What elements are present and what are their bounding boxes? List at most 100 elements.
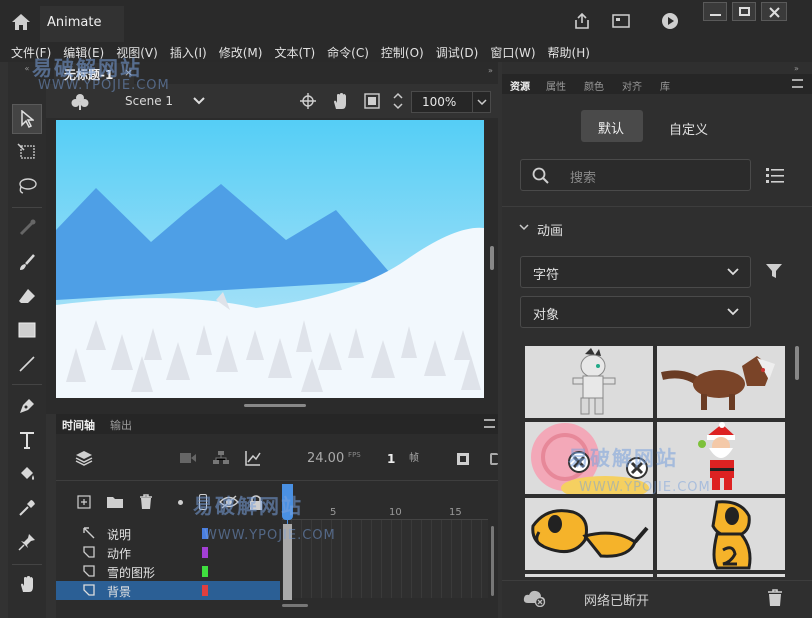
layers-icon[interactable] xyxy=(74,448,94,468)
section-title[interactable]: 动画 xyxy=(537,220,563,239)
clip-stage-icon[interactable] xyxy=(363,92,381,110)
chevron-down-icon[interactable] xyxy=(192,94,206,108)
section-chevron-icon[interactable] xyxy=(519,224,529,231)
search-input[interactable]: 搜索 xyxy=(520,159,751,191)
menu-help[interactable]: 帮助(H) xyxy=(548,44,590,61)
camera-icon[interactable] xyxy=(178,451,198,465)
zoom-field[interactable]: 100% xyxy=(411,91,491,113)
paint-bucket-tool-icon[interactable] xyxy=(12,460,42,488)
layer-color[interactable] xyxy=(202,528,208,539)
scene-icon[interactable] xyxy=(70,92,90,110)
timeline-h-scrollbar[interactable] xyxy=(282,604,308,607)
layer-row[interactable]: 说明 xyxy=(56,524,280,543)
tab-align[interactable]: 对齐 xyxy=(622,78,642,93)
menu-insert[interactable]: 插入(I) xyxy=(170,44,207,61)
maximize-button[interactable] xyxy=(732,2,756,21)
document-tab[interactable]: 无标题-1 × xyxy=(54,63,134,84)
hand-tool-icon[interactable] xyxy=(12,570,42,598)
asset-thumbnail-partial[interactable] xyxy=(525,574,653,577)
eye-hidden-icon[interactable] xyxy=(219,494,239,510)
brush-tool-icon[interactable] xyxy=(12,248,42,276)
menu-debug[interactable]: 调试(D) xyxy=(436,44,479,61)
pin-tool-icon[interactable] xyxy=(12,528,42,556)
menu-text[interactable]: 文本(T) xyxy=(274,44,315,61)
asset-thumbnail-partial[interactable] xyxy=(657,574,785,577)
test-movie-icon[interactable] xyxy=(659,10,681,32)
playhead[interactable] xyxy=(282,484,293,520)
text-tool-icon[interactable] xyxy=(12,426,42,454)
menu-commands[interactable]: 命令(C) xyxy=(327,44,369,61)
asset-thumbnail-snail[interactable] xyxy=(525,422,653,494)
lasso-tool-icon[interactable] xyxy=(12,172,42,200)
layer-color[interactable] xyxy=(202,547,208,558)
tab-properties[interactable]: 属性 xyxy=(546,78,566,93)
close-button[interactable] xyxy=(761,2,787,21)
highlight-dot[interactable] xyxy=(178,500,183,505)
default-toggle[interactable]: 默认 xyxy=(581,110,643,142)
bone-tool-icon[interactable] xyxy=(12,214,42,242)
tab-color[interactable]: 颜色 xyxy=(584,78,604,93)
asset-thumbnail-dog-sitting[interactable] xyxy=(657,498,785,570)
panel-collapse-icon[interactable]: » xyxy=(794,64,799,73)
screen-mode-icon[interactable] xyxy=(610,10,632,32)
custom-toggle[interactable]: 自定义 xyxy=(669,119,708,138)
frame-number[interactable]: 1 xyxy=(387,452,395,466)
layer-color[interactable] xyxy=(202,566,208,577)
share-icon[interactable] xyxy=(571,10,593,32)
assets-menu-icon[interactable] xyxy=(792,79,803,88)
collapse-icon[interactable]: « xyxy=(8,64,46,74)
graph-icon[interactable] xyxy=(244,450,262,466)
tab-timeline[interactable]: 时间轴 xyxy=(62,417,95,433)
timeline-menu-icon[interactable] xyxy=(484,419,495,428)
zoom-stepper[interactable] xyxy=(393,91,407,111)
rectangle-tool-icon[interactable] xyxy=(12,316,42,344)
filter-icon[interactable] xyxy=(765,262,783,280)
layer-row[interactable]: 雪的图形 xyxy=(56,562,280,581)
layer-color[interactable] xyxy=(202,585,208,596)
lock-icon[interactable] xyxy=(248,493,264,511)
zoom-dropdown-icon[interactable] xyxy=(472,92,490,112)
menu-edit[interactable]: 编辑(E) xyxy=(63,44,104,61)
tab-assets[interactable]: 资源 xyxy=(510,78,530,93)
assets-scrollbar[interactable] xyxy=(795,346,799,380)
layer-row-selected[interactable]: 背景 xyxy=(56,581,280,600)
new-folder-icon[interactable] xyxy=(106,494,124,510)
line-tool-icon[interactable] xyxy=(12,350,42,378)
object-dropdown[interactable]: 对象 xyxy=(520,296,751,328)
menu-modify[interactable]: 修改(M) xyxy=(219,44,263,61)
close-tab-icon[interactable]: × xyxy=(124,66,133,79)
timeline-scrollbar[interactable] xyxy=(491,526,494,596)
list-view-icon[interactable] xyxy=(765,166,785,184)
minimize-button[interactable] xyxy=(703,2,727,21)
tab-output[interactable]: 输出 xyxy=(110,417,132,433)
app-tab[interactable]: Animate xyxy=(40,6,124,42)
trash-icon[interactable] xyxy=(766,588,784,608)
rotate-icon[interactable] xyxy=(330,92,350,110)
stage-canvas[interactable] xyxy=(56,120,484,398)
pen-tool-icon[interactable] xyxy=(12,392,42,420)
asset-thumbnail-mummy[interactable] xyxy=(525,346,653,418)
menu-control[interactable]: 控制(O) xyxy=(381,44,424,61)
layer-row[interactable]: 动作 xyxy=(56,543,280,562)
tab-library[interactable]: 库 xyxy=(660,78,670,93)
home-icon[interactable] xyxy=(10,12,32,32)
delete-layer-icon[interactable] xyxy=(138,493,154,511)
menu-file[interactable]: 文件(F) xyxy=(11,44,51,61)
outline-icon[interactable] xyxy=(199,494,207,510)
eyedropper-tool-icon[interactable] xyxy=(12,494,42,522)
layer-depth-icon[interactable] xyxy=(212,450,230,466)
keyframe-cells[interactable] xyxy=(283,524,292,600)
menu-view[interactable]: 视图(V) xyxy=(116,44,158,61)
panel-menu-icon[interactable]: » xyxy=(488,66,496,75)
menu-window[interactable]: 窗口(W) xyxy=(490,44,535,61)
center-stage-icon[interactable] xyxy=(299,92,317,110)
asset-thumbnail-santa[interactable] xyxy=(657,422,785,494)
free-transform-tool-icon[interactable] xyxy=(12,138,42,166)
eraser-tool-icon[interactable] xyxy=(12,282,42,310)
character-dropdown[interactable]: 字符 xyxy=(520,256,751,288)
new-layer-icon[interactable] xyxy=(76,494,92,510)
loop-icon[interactable] xyxy=(490,453,498,465)
stop-icon[interactable] xyxy=(456,452,470,466)
vertical-scrollbar[interactable] xyxy=(490,246,494,270)
horizontal-scrollbar[interactable] xyxy=(244,404,306,407)
